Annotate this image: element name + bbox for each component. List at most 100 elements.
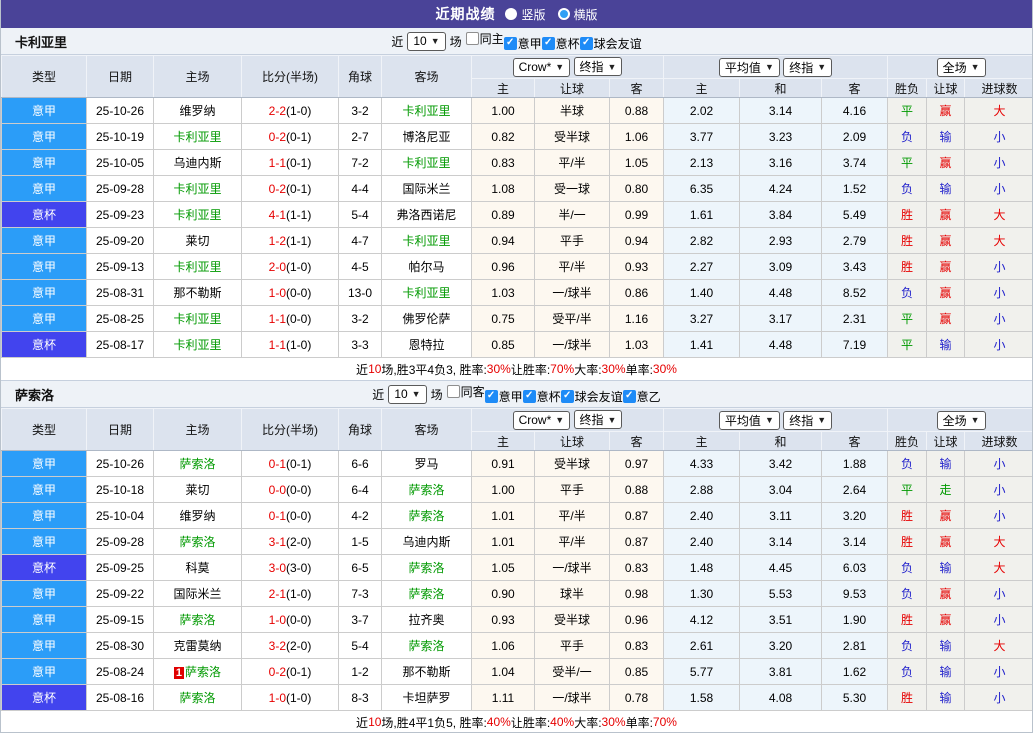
result-cell: 赢: [927, 228, 965, 254]
checkbox-checked-icon[interactable]: ✓: [542, 37, 555, 50]
fulltime-score: 3-1: [269, 535, 286, 549]
home-team-name[interactable]: 萨索洛: [179, 613, 215, 627]
home-team-name[interactable]: 乌迪内斯: [173, 156, 221, 170]
filter-checkbox-item[interactable]: ✓意杯: [523, 388, 561, 405]
away-team-name[interactable]: 博洛尼亚: [402, 130, 450, 144]
match-count-select[interactable]: 10▼: [407, 32, 445, 51]
odds-source-select[interactable]: Crow*▼: [513, 411, 571, 430]
home-team-name[interactable]: 那不勒斯: [173, 286, 221, 300]
home-team-name[interactable]: 卡利亚里: [173, 338, 221, 352]
away-team-name[interactable]: 佛罗伦萨: [402, 312, 450, 326]
home-team-name[interactable]: 卡利亚里: [173, 182, 221, 196]
checkbox-checked-icon[interactable]: ✓: [523, 390, 536, 403]
result-flag: 小: [994, 691, 1006, 705]
home-team-name[interactable]: 萨索洛: [179, 691, 215, 705]
chevron-down-icon: ▼: [817, 62, 826, 72]
home-team-name[interactable]: 卡利亚里: [173, 208, 221, 222]
odds-cell: 平/半: [535, 529, 610, 555]
checkbox-unchecked-icon[interactable]: [466, 32, 479, 45]
fulltime-score: 1-1: [269, 312, 286, 326]
home-team-name[interactable]: 国际米兰: [173, 587, 221, 601]
home-team-name[interactable]: 科莫: [185, 561, 209, 575]
col-odds-home: 主: [472, 79, 535, 98]
home-team-name[interactable]: 克雷莫纳: [173, 639, 221, 653]
away-team-name[interactable]: 卡坦萨罗: [402, 691, 450, 705]
filter-checkbox-item[interactable]: ✓球会友谊: [561, 388, 623, 405]
home-team-name[interactable]: 卡利亚里: [173, 312, 221, 326]
home-team-name[interactable]: 卡利亚里: [173, 260, 221, 274]
checkbox-checked-icon[interactable]: ✓: [485, 390, 498, 403]
home-team-name[interactable]: 维罗纳: [179, 509, 215, 523]
away-team-name[interactable]: 恩特拉: [408, 338, 444, 352]
odds-cell: 0.90: [472, 581, 535, 607]
final-index2-select[interactable]: 终指▼: [783, 411, 832, 430]
league-type-cell: 意甲: [2, 633, 87, 659]
radio-selected-icon[interactable]: [505, 8, 517, 20]
home-team-name[interactable]: 萨索洛: [179, 457, 215, 471]
odds-cell: 1.06: [472, 633, 535, 659]
radio-unselected-icon[interactable]: [558, 8, 570, 20]
final-index-select[interactable]: 终指▼: [574, 57, 623, 76]
away-team-name[interactable]: 卡利亚里: [402, 286, 450, 300]
home-team-name[interactable]: 维罗纳: [179, 104, 215, 118]
result-flag: 赢: [940, 208, 952, 222]
checkbox-unchecked-icon[interactable]: [447, 385, 460, 398]
halftime-score: (1-0): [286, 260, 311, 274]
full-match-select[interactable]: 全场▼: [937, 58, 986, 77]
home-team-cell: 1萨索洛: [154, 659, 242, 685]
match-count-select[interactable]: 10▼: [388, 385, 426, 404]
away-team-name[interactable]: 卡利亚里: [402, 156, 450, 170]
away-team-name[interactable]: 国际米兰: [402, 182, 450, 196]
checkbox-checked-icon[interactable]: ✓: [580, 37, 593, 50]
average-odds-cell: 3.77: [664, 124, 740, 150]
checkbox-checked-icon[interactable]: ✓: [623, 390, 636, 403]
home-team-name[interactable]: 萨索洛: [179, 535, 215, 549]
league-type-cell: 意甲: [2, 176, 87, 202]
average-select[interactable]: 平均值▼: [719, 58, 780, 77]
filter-checkbox-item[interactable]: ✓球会友谊: [580, 35, 642, 52]
full-match-select[interactable]: 全场▼: [937, 411, 986, 430]
result-flag: 输: [940, 665, 952, 679]
checkbox-checked-icon[interactable]: ✓: [504, 37, 517, 50]
radio-horizontal-layout[interactable]: 横版: [558, 6, 598, 23]
final-index2-select[interactable]: 终指▼: [783, 58, 832, 77]
home-team-name[interactable]: 萨索洛: [185, 665, 221, 679]
average-select[interactable]: 平均值▼: [719, 411, 780, 430]
filter-checkbox-item[interactable]: ✓意杯: [542, 35, 580, 52]
filter-checkbox-item[interactable]: ✓意甲: [485, 388, 523, 405]
away-team-name[interactable]: 卡利亚里: [402, 234, 450, 248]
away-team-name[interactable]: 萨索洛: [408, 509, 444, 523]
away-team-name[interactable]: 萨索洛: [408, 639, 444, 653]
home-team-cell: 卡利亚里: [154, 332, 242, 358]
away-team-name[interactable]: 拉齐奥: [408, 613, 444, 627]
result-flag: 小: [994, 312, 1006, 326]
home-team-name[interactable]: 莱切: [185, 483, 209, 497]
corner-cell: 3-2: [339, 98, 382, 124]
section-filter-row: 萨索洛 近 10▼ 场 同客✓意甲✓意杯✓球会友谊✓意乙: [1, 381, 1032, 408]
odds-source-select[interactable]: Crow*▼: [513, 58, 571, 77]
result-cell: 小: [965, 280, 1033, 306]
final-index-select[interactable]: 终指▼: [574, 410, 623, 429]
odds-cell: 平/半: [535, 254, 610, 280]
away-team-name[interactable]: 帕尔马: [408, 260, 444, 274]
away-team-name[interactable]: 萨索洛: [408, 483, 444, 497]
odds-cell: 1.03: [610, 332, 664, 358]
away-team-name[interactable]: 萨索洛: [408, 587, 444, 601]
filter-checkbox-item[interactable]: 同主: [466, 30, 504, 47]
away-team-name[interactable]: 那不勒斯: [402, 665, 450, 679]
away-team-name[interactable]: 乌迪内斯: [402, 535, 450, 549]
filter-checkbox-item[interactable]: ✓意甲: [504, 35, 542, 52]
home-team-name[interactable]: 卡利亚里: [173, 130, 221, 144]
away-team-name[interactable]: 罗马: [414, 457, 438, 471]
home-team-name[interactable]: 莱切: [185, 234, 209, 248]
filter-checkbox-item[interactable]: ✓意乙: [623, 388, 661, 405]
radio-vertical-layout[interactable]: 竖版: [505, 6, 545, 23]
away-team-name[interactable]: 萨索洛: [408, 561, 444, 575]
result-flag: 负: [901, 561, 913, 575]
odds-cell: 球半: [535, 581, 610, 607]
away-team-name[interactable]: 弗洛西诺尼: [396, 208, 456, 222]
summary-segment: 30%: [602, 362, 626, 376]
filter-checkbox-item[interactable]: 同客: [447, 383, 485, 400]
away-team-name[interactable]: 卡利亚里: [402, 104, 450, 118]
checkbox-checked-icon[interactable]: ✓: [561, 390, 574, 403]
